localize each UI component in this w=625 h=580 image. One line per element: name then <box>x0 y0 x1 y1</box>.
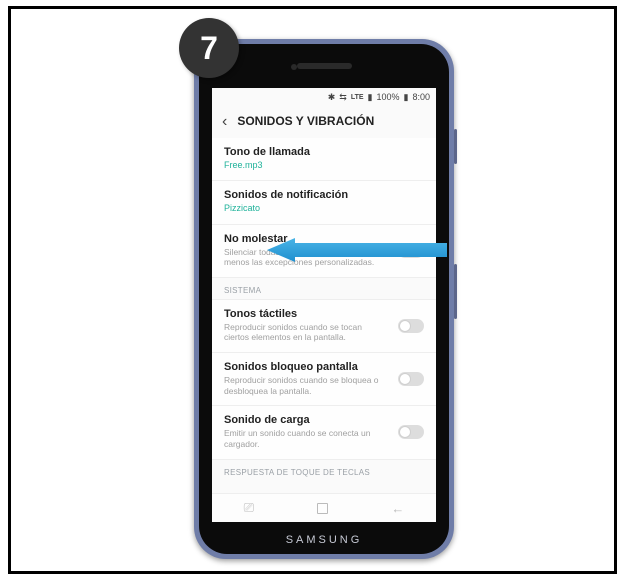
signal-icon: ▮ <box>368 93 373 102</box>
settings-list: Tono de llamada Free.mp3 Sonidos de noti… <box>212 138 436 493</box>
back-chevron-icon[interactable]: ‹ <box>222 112 227 130</box>
phone-power-button <box>454 264 457 319</box>
nav-recents-icon[interactable]: ⎚ <box>244 500 254 516</box>
row-subtitle: Silenciar todas las llamadas y alertas, … <box>224 247 389 268</box>
status-bar: ✱ ⇆ LTE ▮ 100% ▮ 8:00 <box>212 88 436 106</box>
row-subtitle: Emitir un sonido cuando se conecta un ca… <box>224 428 389 449</box>
status-time: 8:00 <box>412 92 430 102</box>
page-title: SONIDOS Y VIBRACIÓN <box>237 114 374 128</box>
toggle-screen-lock-sounds[interactable] <box>398 372 424 386</box>
row-subtitle: Reproducir sonidos cuando se bloquea o d… <box>224 375 389 396</box>
row-title: Sonido de carga <box>224 414 424 426</box>
phone-screen: ✱ ⇆ LTE ▮ 100% ▮ 8:00 ‹ SONIDOS Y VIBRAC… <box>212 88 436 522</box>
lte-icon: LTE <box>351 94 364 101</box>
row-ringtone[interactable]: Tono de llamada Free.mp3 <box>212 138 436 180</box>
row-title: Sonidos de notificación <box>224 189 424 201</box>
phone-device: ✱ ⇆ LTE ▮ 100% ▮ 8:00 ‹ SONIDOS Y VIBRAC… <box>194 39 454 559</box>
step-number: 7 <box>200 30 218 67</box>
phone-bezel: ✱ ⇆ LTE ▮ 100% ▮ 8:00 ‹ SONIDOS Y VIBRAC… <box>199 44 449 554</box>
nav-back-icon[interactable]: ← <box>391 501 404 516</box>
android-nav-bar: ⎚ ← <box>212 493 436 522</box>
row-value: Free.mp3 <box>224 160 389 171</box>
nav-home-icon[interactable] <box>317 503 328 514</box>
toggle-charging-sound[interactable] <box>398 425 424 439</box>
earpiece-speaker-icon <box>297 63 352 69</box>
battery-icon: ▮ <box>404 93 409 102</box>
battery-percentage: 100% <box>376 92 399 102</box>
screen-header: ‹ SONIDOS Y VIBRACIÓN <box>212 106 436 138</box>
row-title: Tono de llamada <box>224 146 424 158</box>
section-keypad: RESPUESTA DE TOQUE DE TECLAS <box>212 459 436 481</box>
toggle-touch-sounds[interactable] <box>398 319 424 333</box>
row-do-not-disturb[interactable]: No molestar Silenciar todas las llamadas… <box>212 224 436 277</box>
phone-brand-label: SAMSUNG <box>199 526 449 554</box>
phone-volume-button <box>454 129 457 164</box>
toggle-do-not-disturb[interactable] <box>398 244 424 258</box>
row-title: No molestar <box>224 233 424 245</box>
image-frame: 7 ✱ ⇆ LTE ▮ 100% ▮ 8:00 <box>8 6 617 574</box>
row-charging-sound[interactable]: Sonido de carga Emitir un sonido cuando … <box>212 405 436 458</box>
step-badge: 7 <box>179 18 239 78</box>
row-notification-sound[interactable]: Sonidos de notificación Pizzicato <box>212 180 436 223</box>
row-title: Tonos táctiles <box>224 308 424 320</box>
row-screen-lock-sounds[interactable]: Sonidos bloqueo pantalla Reproducir soni… <box>212 352 436 405</box>
row-value: Pizzicato <box>224 203 389 214</box>
front-camera-icon <box>291 64 297 70</box>
bluetooth-icon: ✱ <box>328 93 336 102</box>
brand-text: SAMSUNG <box>286 534 363 546</box>
row-subtitle: Reproducir sonidos cuando se tocan ciert… <box>224 322 389 343</box>
data-arrows-icon: ⇆ <box>339 93 347 102</box>
row-touch-sounds[interactable]: Tonos táctiles Reproducir sonidos cuando… <box>212 299 436 352</box>
row-title: Sonidos bloqueo pantalla <box>224 361 424 373</box>
section-system: SISTEMA <box>212 277 436 299</box>
